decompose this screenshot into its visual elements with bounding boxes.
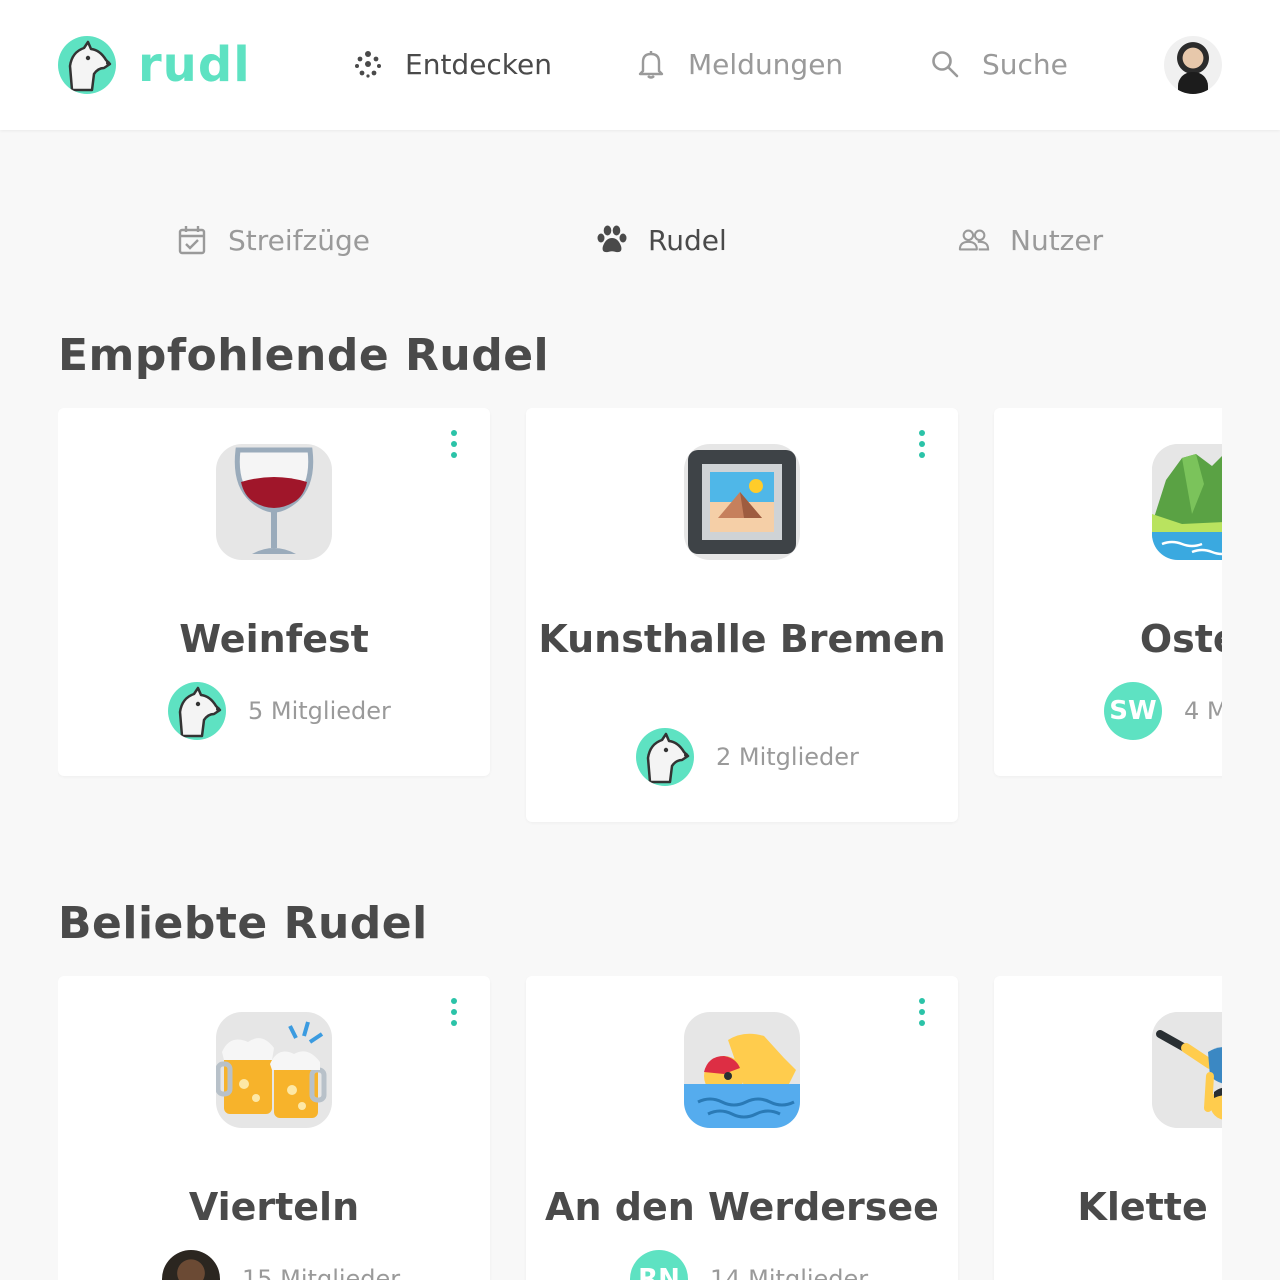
member-info: 15 Mitglieder <box>162 1250 400 1280</box>
member-info: 2 Mitglieder <box>636 728 859 786</box>
bell-icon <box>636 49 666 79</box>
card-row-empfohlen: Weinfest 5 Mitglieder Kunsthalle Bremen … <box>58 408 1222 828</box>
dots-grid-icon <box>353 49 383 79</box>
nav-entdecken[interactable]: Entdecken <box>353 40 552 88</box>
group-name: Klette Boulc <box>1077 1185 1222 1229</box>
member-count: 4 M <box>1184 697 1222 725</box>
calendar-check-icon <box>176 224 208 256</box>
group-card[interactable]: Osterr SW 4 M <box>994 408 1222 776</box>
cartwheel-icon <box>1152 1012 1222 1128</box>
tab-nutzer-label: Nutzer <box>1010 223 1104 257</box>
group-name: An den Werdersee <box>545 1185 939 1229</box>
wolf-logo-icon <box>636 728 694 786</box>
framed-picture-icon <box>684 444 800 560</box>
tab-rudel[interactable]: Rudel <box>596 218 727 262</box>
users-icon <box>958 224 990 256</box>
nav-meldungen-label: Meldungen <box>688 47 844 81</box>
member-initials: SW <box>1104 682 1162 740</box>
tab-streifzuege[interactable]: Streifzüge <box>176 218 370 262</box>
top-header: rudl Entdecken Meldungen Suche <box>0 0 1280 130</box>
wolf-logo-icon <box>58 36 116 94</box>
group-name: Weinfest <box>179 617 369 661</box>
more-vertical-icon[interactable] <box>918 430 926 458</box>
group-card[interactable]: An den Werdersee RN 14 Mitglieder <box>526 976 958 1280</box>
wolf-logo-icon <box>168 682 226 740</box>
tab-streifzuege-label: Streifzüge <box>228 223 370 257</box>
group-card[interactable]: Weinfest 5 Mitglieder <box>58 408 490 776</box>
rudl-logo[interactable]: rudl <box>58 36 251 94</box>
more-vertical-icon[interactable] <box>918 998 926 1026</box>
member-initials: RN <box>630 1250 688 1280</box>
tab-rudel-label: Rudel <box>648 223 727 257</box>
card-row-beliebt: Vierteln 15 Mitglieder An den Werdersee … <box>58 976 1222 1280</box>
user-avatar[interactable] <box>1164 36 1222 94</box>
group-card[interactable]: Vierteln 15 Mitglieder <box>58 976 490 1280</box>
group-name: Vierteln <box>188 1185 360 1229</box>
member-count: 2 Mitglieder <box>716 743 859 771</box>
nav-suche[interactable]: Suche <box>930 40 1068 88</box>
nav-suche-label: Suche <box>982 47 1068 81</box>
group-card[interactable]: Klette Boulc <box>994 976 1222 1280</box>
group-card[interactable]: Kunsthalle Bremen 2 Mitglieder <box>526 408 958 822</box>
member-info: SW 4 M <box>1104 682 1222 740</box>
wine-glass-icon <box>216 444 332 560</box>
mountain-lake-icon <box>1152 444 1222 560</box>
member-count: 14 Mitglieder <box>710 1265 869 1280</box>
group-name: Osterr <box>1139 617 1222 661</box>
group-name: Kunsthalle Bremen <box>538 617 946 661</box>
tab-nutzer[interactable]: Nutzer <box>958 218 1103 262</box>
member-count: 15 Mitglieder <box>242 1265 401 1280</box>
more-vertical-icon[interactable] <box>450 430 458 458</box>
member-info: RN 14 Mitglieder <box>630 1250 868 1280</box>
section-title-beliebt: Beliebte Rudel <box>58 898 428 949</box>
app-name: rudl <box>138 37 251 93</box>
nav-entdecken-label: Entdecken <box>405 47 552 81</box>
member-avatar <box>162 1250 220 1280</box>
member-info: 5 Mitglieder <box>168 682 391 740</box>
member-count: 5 Mitglieder <box>248 697 391 725</box>
more-vertical-icon[interactable] <box>450 998 458 1026</box>
nav-meldungen[interactable]: Meldungen <box>636 40 843 88</box>
search-icon <box>930 49 960 79</box>
paw-icon <box>596 224 628 256</box>
section-title-empfohlen: Empfohlende Rudel <box>58 330 550 381</box>
beer-mugs-icon <box>216 1012 332 1128</box>
swimmer-icon <box>684 1012 800 1128</box>
